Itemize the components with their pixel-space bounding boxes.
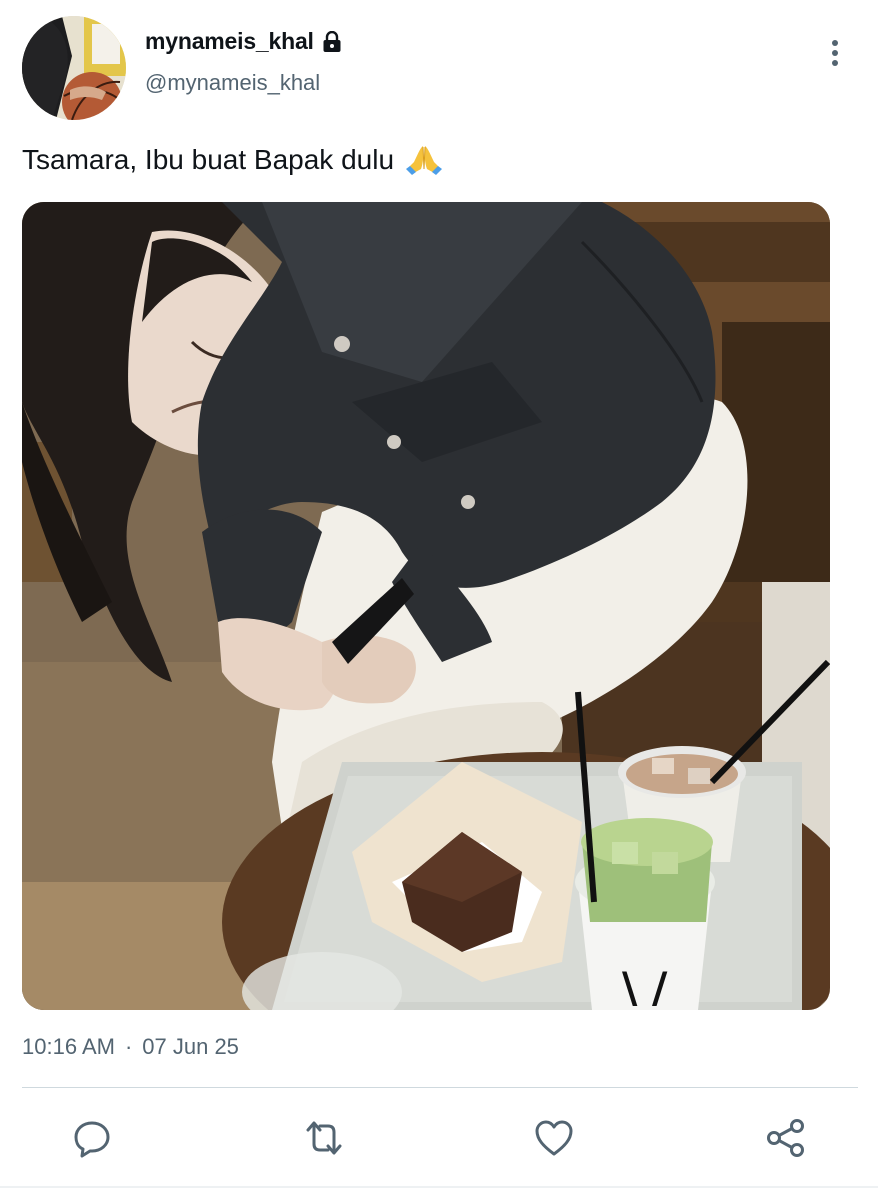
more-options-button[interactable] xyxy=(818,36,852,70)
photo-illustration: \ / xyxy=(22,202,830,1010)
reply-icon xyxy=(74,1121,110,1158)
tweet-photo[interactable]: \ / xyxy=(22,202,830,1010)
retweet-button[interactable] xyxy=(300,1114,348,1162)
tweet-text-content: Tsamara, Ibu buat Bapak dulu xyxy=(22,144,395,175)
divider xyxy=(22,1087,858,1088)
more-vertical-icon xyxy=(832,40,838,66)
timestamp-row[interactable]: 10:16 AM · 07 Jun 25 xyxy=(22,1034,239,1060)
action-bar xyxy=(0,1110,878,1166)
reply-button[interactable] xyxy=(68,1114,116,1162)
tweet-date: 07 Jun 25 xyxy=(142,1034,239,1059)
avatar[interactable] xyxy=(22,16,126,120)
lock-icon xyxy=(322,30,342,53)
like-button[interactable] xyxy=(530,1114,578,1162)
svg-text:\ /: \ / xyxy=(622,963,668,1010)
bottom-border xyxy=(0,1186,878,1188)
share-icon xyxy=(767,1119,804,1157)
display-name-row: mynameis_khal xyxy=(145,28,342,55)
retweet-icon xyxy=(306,1121,342,1155)
timestamp-separator: · xyxy=(124,1034,133,1059)
tweet-text: Tsamara, Ibu buat Bapak dulu xyxy=(22,142,444,178)
user-handle[interactable]: @mynameis_khal xyxy=(145,70,320,96)
avatar-image xyxy=(22,16,126,120)
display-name[interactable]: mynameis_khal xyxy=(145,28,314,55)
tweet-time: 10:16 AM xyxy=(22,1034,115,1059)
share-button[interactable] xyxy=(762,1114,810,1162)
folded-hands-emoji xyxy=(404,142,444,178)
heart-icon xyxy=(535,1120,573,1156)
